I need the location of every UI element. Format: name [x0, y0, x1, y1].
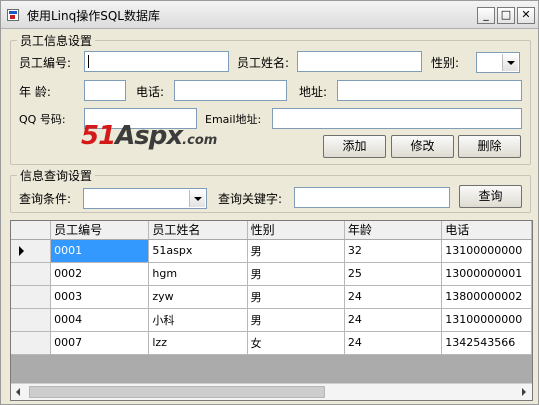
row-header[interactable] — [11, 308, 52, 332]
row-header[interactable] — [11, 285, 52, 309]
table-cell[interactable]: 0002 — [50, 262, 150, 286]
condition-select[interactable] — [83, 188, 207, 209]
keyword-label: 查询关键字: — [218, 192, 283, 206]
qq-label: QQ 号码: — [19, 113, 66, 126]
address-label: 地址: — [299, 85, 328, 99]
table-row[interactable]: 0002 hgm 男 25 13000000001 — [11, 262, 532, 286]
table-cell[interactable]: 女 — [247, 331, 345, 355]
table-row[interactable]: 0001 51aspx 男 32 13100000000 — [11, 239, 532, 263]
window-title: 使用Linq操作SQL数据库 — [27, 9, 160, 23]
emp-name-label: 员工姓名: — [237, 56, 290, 70]
email-input[interactable] — [272, 108, 522, 129]
query-button[interactable]: 查询 — [459, 185, 522, 208]
title-bar[interactable]: 使用Linq操作SQL数据库 _ □ ✕ — [1, 1, 538, 29]
emp-no-label: 员工编号: — [19, 56, 72, 70]
table-cell[interactable]: hgm — [148, 262, 248, 286]
row-header[interactable] — [11, 331, 52, 355]
current-row-icon — [19, 245, 24, 256]
main-window: 使用Linq操作SQL数据库 _ □ ✕ 员工信息设置 员工编号: 员工姓名: … — [0, 0, 539, 405]
table-cell[interactable]: 1342543566 — [441, 331, 532, 355]
table-cell[interactable]: 24 — [344, 285, 443, 309]
close-button[interactable]: ✕ — [517, 7, 535, 24]
table-cell[interactable]: zyw — [148, 285, 248, 309]
table-cell[interactable]: 男 — [247, 262, 345, 286]
gender-select[interactable] — [476, 52, 520, 73]
column-header-age[interactable]: 年龄 — [344, 221, 443, 240]
table-cell[interactable]: 24 — [344, 331, 443, 355]
table-cell[interactable]: 男 — [247, 308, 345, 332]
table-cell[interactable]: 25 — [344, 262, 443, 286]
table-cell[interactable]: 0001 — [50, 239, 150, 263]
table-cell[interactable]: 0003 — [50, 285, 150, 309]
emp-no-input[interactable] — [84, 51, 229, 72]
age-input[interactable] — [84, 80, 126, 101]
age-label: 年 龄: — [19, 85, 51, 99]
table-cell[interactable]: 51aspx — [148, 239, 248, 263]
table-cell[interactable]: lzz — [148, 331, 248, 355]
query-legend: 信息查询设置 — [17, 167, 96, 184]
phone-input[interactable] — [174, 80, 287, 101]
keyword-input[interactable] — [294, 187, 450, 208]
table-row[interactable]: 0004 小科 男 24 13100000000 — [11, 308, 532, 332]
app-icon[interactable] — [7, 9, 19, 21]
table-cell[interactable]: 0004 — [50, 308, 150, 332]
text-caret — [88, 55, 89, 68]
emp-name-input[interactable] — [297, 51, 422, 72]
column-header-phone[interactable]: 电话 — [441, 221, 532, 240]
watermark-logo: 51Aspx.com — [81, 121, 218, 151]
scrollbar-thumb[interactable] — [29, 386, 325, 398]
row-header[interactable] — [11, 239, 52, 263]
scroll-left-icon[interactable] — [11, 384, 28, 400]
minimize-button[interactable]: _ — [477, 7, 495, 24]
table-cell[interactable]: 13800000002 — [441, 285, 532, 309]
edit-button[interactable]: 修改 — [391, 135, 454, 158]
grid-table: 员工编号 员工姓名 性别 年龄 电话 0001 51aspx 男 32 1310… — [11, 221, 532, 355]
column-header-emp-no[interactable]: 员工编号 — [50, 221, 150, 240]
maximize-button[interactable]: □ — [497, 7, 515, 24]
gender-label: 性别: — [431, 56, 460, 70]
table-cell[interactable]: 13100000000 — [441, 239, 532, 263]
table-cell[interactable]: 13000000001 — [441, 262, 532, 286]
address-input[interactable] — [337, 80, 522, 101]
delete-button[interactable]: 删除 — [458, 135, 521, 158]
employee-info-legend: 员工信息设置 — [17, 32, 96, 49]
row-header[interactable] — [11, 262, 52, 286]
horizontal-scrollbar[interactable] — [11, 383, 532, 400]
condition-label: 查询条件: — [19, 192, 72, 206]
table-row[interactable]: 0003 zyw 男 24 13800000002 — [11, 285, 532, 309]
chevron-down-icon[interactable] — [502, 54, 518, 71]
row-header-corner[interactable] — [11, 221, 52, 240]
add-button[interactable]: 添加 — [323, 135, 386, 158]
scroll-right-icon[interactable] — [515, 384, 532, 400]
table-cell[interactable]: 32 — [344, 239, 443, 263]
phone-label: 电话: — [136, 85, 165, 99]
table-row[interactable]: 0007 lzz 女 24 1342543566 — [11, 331, 532, 355]
table-cell[interactable]: 男 — [247, 239, 345, 263]
table-cell[interactable]: 24 — [344, 308, 443, 332]
grid-header-row: 员工编号 员工姓名 性别 年龄 电话 — [11, 221, 532, 240]
column-header-emp-name[interactable]: 员工姓名 — [148, 221, 248, 240]
table-cell[interactable]: 13100000000 — [441, 308, 532, 332]
employee-data-grid[interactable]: 员工编号 员工姓名 性别 年龄 电话 0001 51aspx 男 32 1310… — [10, 220, 533, 401]
chevron-down-icon[interactable] — [189, 190, 205, 207]
table-cell[interactable]: 0007 — [50, 331, 150, 355]
table-cell[interactable]: 男 — [247, 285, 345, 309]
column-header-gender[interactable]: 性别 — [247, 221, 345, 240]
table-cell[interactable]: 小科 — [148, 308, 248, 332]
